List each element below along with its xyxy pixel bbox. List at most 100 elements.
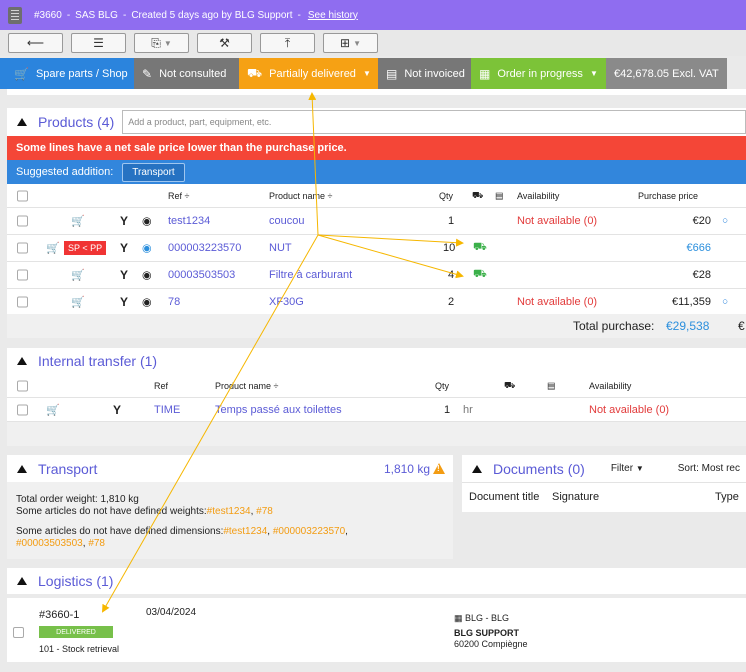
- tree-icon: ⊞: [340, 36, 351, 50]
- product-ref-link[interactable]: test1234: [168, 215, 210, 227]
- fork-icon[interactable]: Y: [120, 268, 128, 282]
- logistics-title: Logistics (1): [38, 573, 114, 589]
- article-link[interactable]: #78: [256, 506, 273, 517]
- collapse-triangle-icon[interactable]: [17, 118, 27, 126]
- fork-icon[interactable]: Y: [120, 241, 128, 255]
- product-name-link[interactable]: Filtre à carburant: [269, 269, 352, 281]
- eye-icon[interactable]: ◉: [142, 215, 152, 228]
- see-history-link[interactable]: See history: [308, 10, 358, 21]
- tree-button[interactable]: ⊞ ▼: [323, 33, 378, 53]
- consulted-status[interactable]: ✎ Not consulted: [134, 58, 239, 89]
- list-button[interactable]: ☰: [71, 33, 126, 53]
- row-checkbox[interactable]: [17, 215, 28, 227]
- chevron-down-icon: ▼: [362, 69, 371, 78]
- row-checkbox[interactable]: [17, 242, 28, 254]
- transfer-ref-link[interactable]: TIME: [154, 404, 180, 416]
- cart-icon: 🛒: [46, 404, 60, 416]
- eye-icon[interactable]: ◉: [142, 269, 152, 282]
- product-name-column-header[interactable]: Product name ÷: [215, 381, 278, 391]
- row-checkbox[interactable]: [13, 627, 24, 638]
- collapse-triangle-icon[interactable]: [17, 577, 27, 585]
- info-ring-icon[interactable]: ○: [722, 216, 728, 227]
- article-link[interactable]: #test1234: [207, 506, 251, 517]
- invoice-status-label: Not invoiced: [404, 67, 465, 80]
- back-arrow-icon: ⟵: [26, 36, 45, 50]
- product-qty: 1: [448, 215, 455, 227]
- export-button[interactable]: ⎘ ▼: [134, 33, 189, 53]
- row-checkbox[interactable]: [17, 269, 28, 281]
- consulted-status-label: Not consulted: [159, 67, 227, 80]
- transfer-name-link[interactable]: Temps passé aux toilettes: [215, 404, 342, 416]
- fork-icon[interactable]: Y: [120, 214, 128, 228]
- collapse-triangle-icon[interactable]: [17, 357, 27, 365]
- documents-sort-dropdown[interactable]: Sort: Most rec: [678, 463, 740, 474]
- fork-icon[interactable]: Y: [120, 295, 128, 309]
- documents-header: Documents (0) Filter ▼ Sort: Most rec: [462, 455, 746, 482]
- signature-column: Signature: [552, 491, 600, 503]
- availability-column-header: Availability: [517, 190, 560, 201]
- invoice-status[interactable]: ▤ Not invoiced: [378, 58, 471, 89]
- product-ref-link[interactable]: 78: [168, 296, 180, 308]
- article-link[interactable]: #00003503503: [16, 538, 83, 549]
- chevron-down-icon: ▼: [163, 38, 172, 48]
- table-row[interactable]: 🛒 Y ◉ 00003503503 Filtre à carburant 4 ⛟…: [7, 262, 746, 289]
- fork-icon[interactable]: Y: [113, 403, 121, 417]
- product-name-column-header[interactable]: Product name ÷: [269, 191, 332, 201]
- company-name: SAS BLG: [75, 9, 118, 21]
- stock-location: 101 - Stock retrieval: [39, 644, 120, 654]
- cart-icon: 🛒: [71, 269, 85, 282]
- product-ref-link[interactable]: 000003223570: [168, 242, 241, 254]
- app-logo-icon: [8, 6, 22, 24]
- toolbar: ⟵ ☰ ⎘ ▼ ⚒ ⤒ ⊞ ▼: [0, 30, 746, 56]
- upload-button[interactable]: ⤒: [260, 33, 315, 53]
- purchase-price: €666: [686, 242, 711, 254]
- article-link[interactable]: #000003223570: [273, 526, 345, 537]
- chevron-down-icon: ▼: [589, 69, 598, 78]
- order-id: #3660: [34, 9, 62, 21]
- select-all-checkbox[interactable]: [17, 190, 28, 201]
- select-all-checkbox[interactable]: [17, 380, 28, 391]
- transport-suggestion-button[interactable]: Transport: [122, 162, 185, 182]
- table-row[interactable]: 🛒 SP < PP Y ◉ 000003223570 NUT 10 ⛟ €666: [7, 235, 746, 262]
- product-name-link[interactable]: coucou: [269, 215, 304, 227]
- product-name-link[interactable]: XF30G: [269, 296, 304, 308]
- table-row[interactable]: 🛒 Y TIME Temps passé aux toilettes 1 hr …: [7, 398, 746, 422]
- order-amount: €42,678.05 Excl. VAT: [606, 58, 727, 89]
- info-ring-icon[interactable]: ○: [722, 297, 728, 308]
- row-checkbox[interactable]: [17, 404, 28, 415]
- total-purchase-row: Total purchase: €29,538 €: [7, 314, 746, 338]
- article-link[interactable]: #78: [88, 538, 105, 549]
- article-link[interactable]: #test1234: [223, 526, 267, 537]
- order-state-dropdown[interactable]: ▦ Order in progress ▼: [471, 58, 606, 89]
- table-row[interactable]: 🛒 Y ◉ 78 XF30G 2 Not available (0) €11,3…: [7, 289, 746, 316]
- internal-transfer-header: Internal transfer (1): [7, 348, 746, 374]
- building-icon: ▦: [454, 613, 463, 623]
- sp-pp-badge: SP < PP: [64, 241, 107, 255]
- product-search-input[interactable]: Add a product, part, equipment, etc.: [122, 110, 746, 134]
- ref-column-header[interactable]: Ref ÷: [168, 191, 189, 201]
- logistics-entry[interactable]: #3660-1 03/04/2024 DELIVERED 101 - Stock…: [7, 598, 746, 662]
- availability-status: Not available (0): [517, 215, 598, 227]
- purchase-price: €20: [692, 215, 711, 227]
- shop-status[interactable]: 🛒 Spare parts / Shop: [0, 58, 134, 89]
- table-row[interactable]: 🛒 Y ◉ test1234 coucou 1 Not available (0…: [7, 208, 746, 235]
- product-name-link[interactable]: NUT: [269, 242, 292, 254]
- tools-button[interactable]: ⚒: [197, 33, 252, 53]
- qty-column-header: Qty: [439, 190, 454, 201]
- status-underline: [7, 89, 746, 95]
- collapse-triangle-icon[interactable]: [17, 464, 27, 473]
- logistics-city: 60200 Compiègne: [454, 639, 528, 649]
- total-weight-line: Total order weight: 1,810 kg: [16, 494, 139, 505]
- collapse-triangle-icon[interactable]: [472, 464, 482, 473]
- eye-icon[interactable]: ◉: [142, 242, 152, 255]
- eye-icon[interactable]: ◉: [142, 296, 152, 309]
- documents-filter-dropdown[interactable]: Filter ▼: [611, 463, 644, 474]
- order-state-label: Order in progress: [497, 67, 583, 80]
- row-checkbox[interactable]: [17, 296, 28, 308]
- products-header: Products (4) Add a product, part, equipm…: [7, 108, 746, 136]
- delivery-status-dropdown[interactable]: ⛟ Partially delivered ▼: [239, 58, 378, 89]
- back-button[interactable]: ⟵: [8, 33, 63, 53]
- cart-icon: 🛒: [71, 215, 85, 228]
- delivered-badge: DELIVERED: [39, 626, 113, 638]
- product-ref-link[interactable]: 00003503503: [168, 269, 235, 281]
